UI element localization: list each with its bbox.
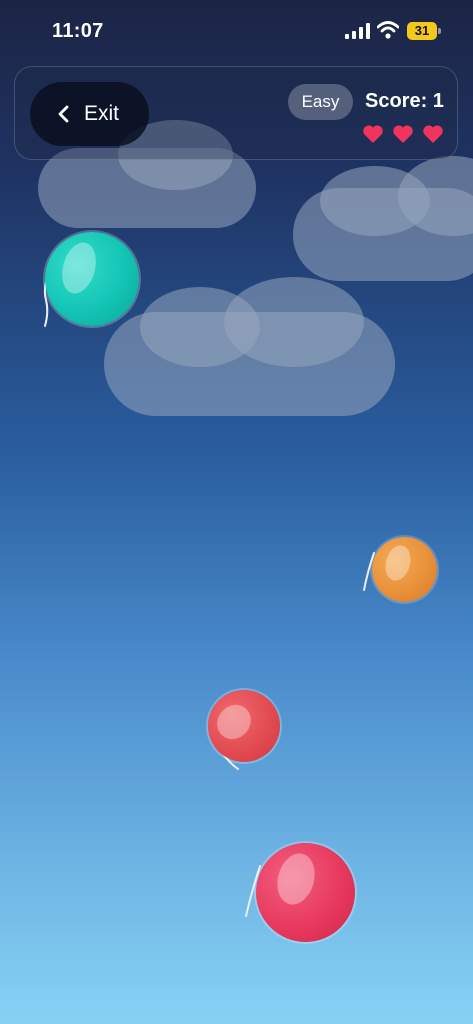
battery-tip <box>438 28 441 34</box>
balloon-orange[interactable] <box>372 537 437 602</box>
balloon-teal[interactable] <box>45 232 139 326</box>
heart-icon <box>393 125 413 143</box>
battery-level: 31 <box>414 23 430 38</box>
status-bar: 11:07 31 <box>0 0 473 60</box>
clock-time: 11:07 <box>52 20 104 42</box>
chevron-left-icon <box>58 105 69 123</box>
wifi-icon <box>377 21 399 39</box>
difficulty-badge: Easy <box>288 84 353 120</box>
score-display: Score: 1 <box>365 90 444 112</box>
exit-button[interactable]: Exit <box>30 82 149 146</box>
balloon-pink[interactable] <box>256 843 355 942</box>
balloon-red[interactable] <box>208 690 280 762</box>
exit-label: Exit <box>84 102 120 125</box>
signal-icon <box>345 23 370 39</box>
heart-icon <box>363 125 383 143</box>
heart-icon <box>423 125 443 143</box>
